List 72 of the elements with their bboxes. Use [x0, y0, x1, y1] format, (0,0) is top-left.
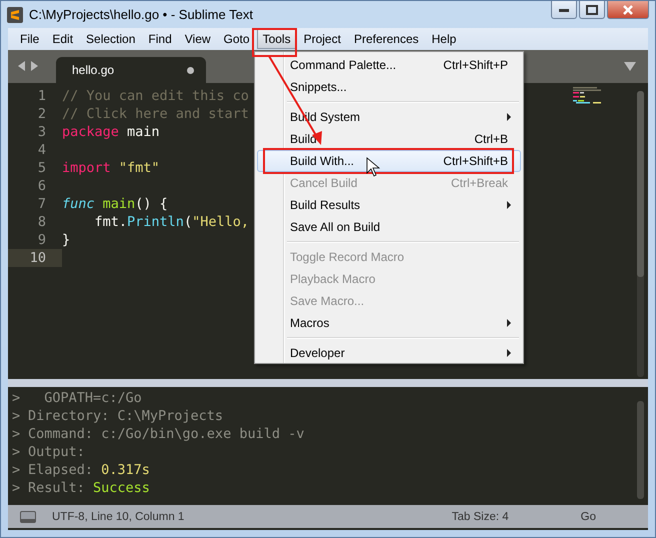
- menu-item[interactable]: Selection: [80, 29, 142, 49]
- dropdown-arrow-icon[interactable]: [624, 62, 636, 71]
- window-title: C:\MyProjects\hello.go • - Sublime Text: [29, 7, 253, 22]
- line-number: 5: [36, 159, 47, 177]
- file-tab[interactable]: hello.go: [56, 57, 206, 83]
- minimap-drawing[interactable]: [573, 87, 601, 105]
- line-number: 10: [8, 249, 62, 267]
- line-number: 3: [36, 123, 47, 141]
- panel-toggle-icon[interactable]: [20, 510, 36, 522]
- app-icon: [7, 6, 23, 22]
- line-number: 9: [36, 231, 47, 249]
- shortcut-label: Ctrl+Break: [450, 176, 508, 190]
- menu-item[interactable]: Project: [298, 29, 347, 49]
- syntax-name[interactable]: Go: [580, 510, 596, 522]
- menu-item[interactable]: Macros: [257, 312, 521, 334]
- output-line: Output:: [28, 443, 85, 461]
- menu-item[interactable]: Help: [426, 29, 462, 49]
- output-prompt: >: [11, 425, 22, 443]
- shortcut-label: Ctrl+Shift+P: [443, 58, 508, 72]
- code-line: }: [62, 231, 70, 249]
- cursor-position: UTF-8, Line 10, Column 1: [52, 510, 184, 522]
- close-icon: [622, 4, 634, 14]
- menu-item[interactable]: Find: [142, 29, 178, 49]
- mouse-cursor-icon: [366, 157, 380, 177]
- scrollbar-track[interactable]: [637, 91, 644, 377]
- shortcut-label: Ctrl+Shift+B: [443, 154, 508, 168]
- code-line: import "fmt": [62, 159, 160, 177]
- maximize-icon: [586, 4, 598, 14]
- line-number: 2: [36, 105, 47, 123]
- output-prompt: >: [11, 443, 22, 461]
- line-number: 6: [36, 177, 47, 195]
- menu-item[interactable]: Build With... Ctrl+Shift+B: [257, 150, 521, 172]
- code-line: // You can edit this co: [62, 87, 249, 105]
- menu-item[interactable]: Edit: [46, 29, 80, 49]
- menu-item[interactable]: View: [178, 29, 217, 49]
- output-line: Result: Success: [28, 479, 150, 497]
- line-number: 1: [36, 87, 47, 105]
- code-line: // Click here and start: [62, 105, 249, 123]
- code-line: func main() {: [62, 195, 168, 213]
- scrollbar-thumb[interactable]: [637, 401, 644, 499]
- menu-item[interactable]: Tools: [256, 29, 297, 49]
- menu-item[interactable]: Save All on Build: [257, 216, 521, 238]
- minimize-button[interactable]: [551, 1, 577, 19]
- maximize-button[interactable]: [579, 1, 605, 19]
- output-prompt: >: [11, 479, 22, 497]
- line-number: 8: [36, 213, 47, 231]
- output-prompt: >: [11, 407, 22, 425]
- output-prompt: >: [11, 389, 22, 407]
- line-number: 4: [36, 141, 47, 159]
- code-line: fmt.Println("Hello,: [94, 213, 249, 231]
- output-line: Directory: C:\MyProjects: [28, 407, 224, 425]
- menu-item[interactable]: File: [14, 29, 46, 49]
- tab-size[interactable]: Tab Size: 4: [452, 510, 509, 522]
- menu-item[interactable]: Developer: [257, 342, 521, 364]
- tab-navigation-icon[interactable]: [18, 61, 38, 71]
- menu-item[interactable]: Goto: [218, 29, 256, 49]
- shortcut-label: Ctrl+B: [474, 132, 508, 146]
- highlight-box: [252, 28, 297, 57]
- menu-item[interactable]: Command Palette... Ctrl+Shift+P: [257, 54, 521, 76]
- scrollbar-thumb[interactable]: [637, 91, 644, 277]
- menu-item[interactable]: Build Results: [257, 194, 521, 216]
- minimize-icon: [559, 8, 569, 12]
- output-line: GOPATH=c:/Go: [43, 389, 142, 407]
- output-prompt: >: [11, 461, 22, 479]
- line-number: 7: [36, 195, 47, 213]
- menu-item[interactable]: Preferences: [348, 29, 425, 49]
- close-button[interactable]: [607, 1, 649, 19]
- menu-item[interactable]: Snippets...: [257, 76, 521, 98]
- code-line: package main: [62, 123, 160, 141]
- unsaved-dot-icon: [187, 66, 194, 74]
- output-line: Elapsed: 0.317s: [28, 461, 150, 479]
- output-line: Command: c:/Go/bin\go.exe build -v: [28, 425, 304, 443]
